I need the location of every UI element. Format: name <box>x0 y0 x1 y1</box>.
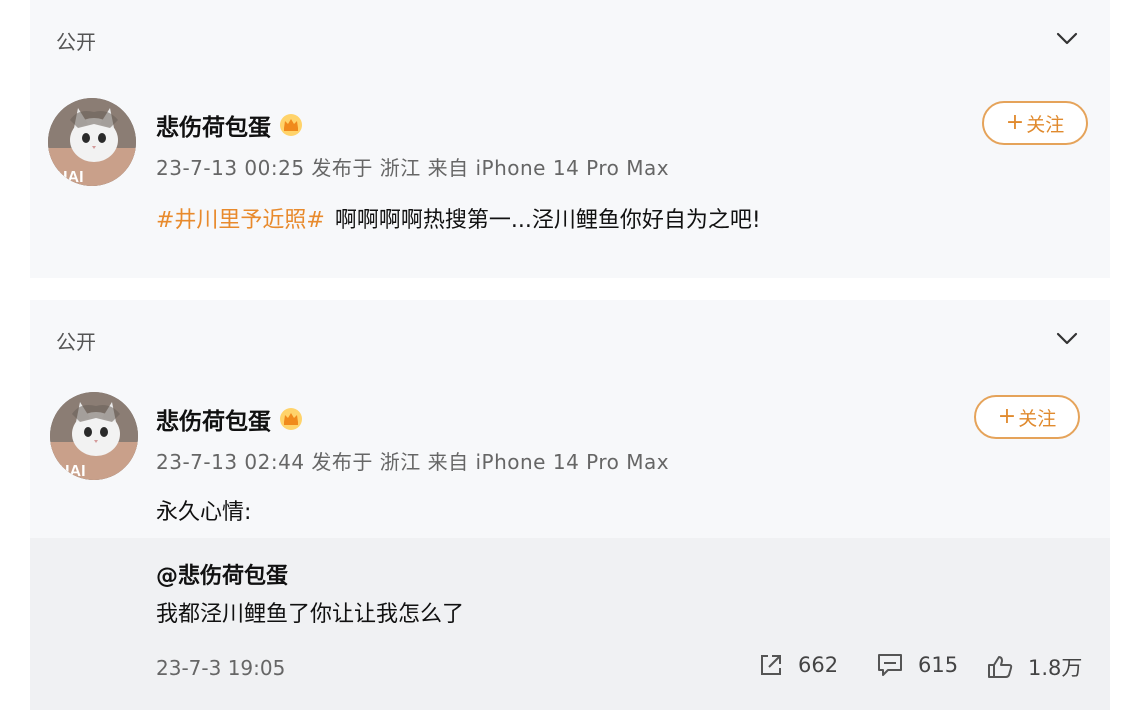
repost-username[interactable]: @悲伤荷包蛋 <box>156 558 288 590</box>
username-text[interactable]: 悲伤荷包蛋 <box>156 402 271 436</box>
vip-crown-icon <box>279 407 303 431</box>
visibility-label: 公开 <box>56 330 96 354</box>
like-count: 1.8万 <box>1028 656 1083 680</box>
avatar[interactable]: HAI <box>50 392 138 480</box>
post-meta: 23-7-13 02:44 发布于 浙江 来自 iPhone 14 Pro Ma… <box>156 450 670 474</box>
post-card: 公开 HAI 悲伤荷包蛋 23-7-13 00:25 发布于 浙江 来自 iPh… <box>30 0 1110 278</box>
repost-date: 23-7-3 19:05 <box>156 656 286 680</box>
thumbs-up-icon <box>988 656 1013 678</box>
svg-text:HAI: HAI <box>58 463 86 480</box>
share-button[interactable]: 662 <box>758 652 838 678</box>
hashtag-link[interactable]: #井川里予近照# <box>156 208 325 233</box>
repost-text: 我都泾川鲤鱼了你让让我怎么了 <box>156 602 465 627</box>
svg-text:HAI: HAI <box>56 169 84 186</box>
post-meta: 23-7-13 00:25 发布于 浙江 来自 iPhone 14 Pro Ma… <box>156 156 670 180</box>
share-count: 662 <box>798 653 839 677</box>
visibility-label: 公开 <box>56 30 96 54</box>
username[interactable]: 悲伤荷包蛋 <box>156 402 303 436</box>
follow-button[interactable]: + 关注 <box>982 101 1088 145</box>
comment-count: 615 <box>918 653 959 677</box>
post-card: 公开 HAI 悲伤荷包蛋 23-7-13 02:44 发布于 浙江 来自 iPh… <box>30 300 1110 710</box>
username[interactable]: 悲伤荷包蛋 <box>156 108 303 142</box>
comment-icon <box>878 654 902 676</box>
chevron-down-icon[interactable] <box>1050 324 1084 354</box>
follow-label: 关注 <box>1026 113 1065 136</box>
plus-icon: + <box>1005 110 1025 135</box>
follow-button[interactable]: + 关注 <box>974 395 1080 439</box>
chevron-down-icon[interactable] <box>1050 24 1084 54</box>
repost-box[interactable]: @悲伤荷包蛋 我都泾川鲤鱼了你让让我怎么了 23-7-3 19:05 662 6… <box>30 538 1110 710</box>
like-button[interactable]: 1.8万 <box>986 652 1082 682</box>
post-content: #井川里予近照# 啊啊啊啊热搜第一...泾川鲤鱼你好自为之吧! <box>156 202 761 234</box>
post-text: 永久心情: <box>156 500 252 525</box>
avatar[interactable]: HAI <box>48 98 136 186</box>
plus-icon: + <box>997 404 1017 429</box>
vip-crown-icon <box>279 113 303 137</box>
follow-label: 关注 <box>1018 407 1057 430</box>
share-icon <box>761 655 781 675</box>
comment-button[interactable]: 615 <box>876 652 958 678</box>
username-text[interactable]: 悲伤荷包蛋 <box>156 108 271 142</box>
post-text: 啊啊啊啊热搜第一...泾川鲤鱼你好自为之吧! <box>334 208 761 233</box>
